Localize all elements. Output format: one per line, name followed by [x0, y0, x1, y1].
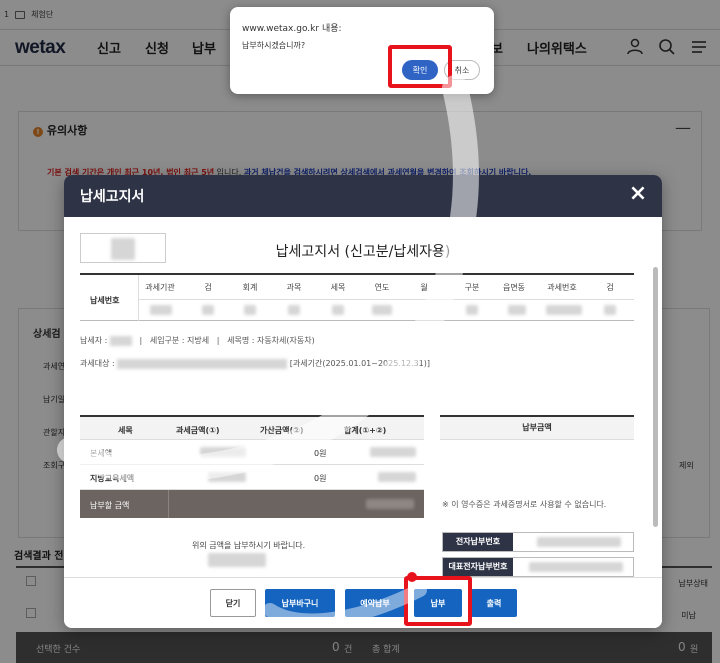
col-tax-number: 과세번호	[547, 283, 577, 292]
amount-col-surcharge: 가산금액(②)	[260, 426, 304, 435]
col-dong: 읍면동	[502, 283, 526, 292]
col-tax-item: 세목	[330, 283, 346, 292]
col-division: 구분	[464, 283, 480, 292]
amount-row-main: 본세액 0원	[80, 440, 424, 465]
rep-e-pay-number-label: 대표전자납부번호	[443, 558, 513, 576]
cart-button[interactable]: 납부바구니	[265, 589, 335, 617]
amount-total-label: 납부할 금액	[90, 501, 130, 510]
tax-item-label: 세목명 : 자동차세(자동차)	[227, 336, 315, 345]
target-label: 과세대상 :	[80, 359, 115, 368]
amount-row-main-surcharge: 0원	[314, 449, 327, 458]
amount-total-row: 납부할 금액	[80, 490, 424, 518]
taxpayer-label: 납세자 :	[80, 336, 108, 345]
close-icon[interactable]: ×	[628, 183, 648, 205]
amount-col-base: 과세금액(①)	[176, 426, 220, 435]
e-pay-number-label: 전자납부번호	[443, 533, 513, 551]
amount-header-row: 세목 과세금액(①) 가산금액(②) 합계(①+②)	[80, 415, 424, 440]
confirm-dialog: www.wetax.go.kr 내용: 납부하시겠습니까? 확인 취소	[230, 7, 494, 94]
col-accounting: 회계	[242, 283, 258, 292]
pay-button-highlight	[404, 576, 472, 626]
period-text: [과세기간(2025.01.01~2025.12.31)]	[289, 359, 431, 368]
amount-col-total: 합계(①+②)	[344, 426, 387, 435]
amount-row-main-name: 본세액	[90, 449, 113, 458]
info-target: 과세대상 : [과세기간(2025.01.01~2025.12.31)]	[80, 358, 430, 369]
ok-button-highlight	[388, 45, 452, 88]
modal-title: 납세고지서	[80, 189, 145, 205]
pay-message: 위의 금액을 납부하시기 바랍니다.	[192, 541, 306, 550]
modal-body: 납세고지서 (신고분/납세자용) 납세번호 과세기관 검 회계 과목 세목 연도…	[64, 217, 662, 577]
pay-amount-header: 납부금액	[440, 415, 634, 440]
tax-number-table: 납세번호 과세기관 검 회계 과목 세목 연도 월 구분 읍면동 과세번호 검	[80, 273, 634, 321]
col-check: 검	[204, 283, 212, 292]
rep-e-pay-number-box: 대표전자납부번호	[442, 557, 634, 577]
col-tax-office: 과세기관	[145, 283, 175, 292]
close-button[interactable]: 닫기	[210, 589, 256, 617]
modal-footer: 닫기 납부바구니 예약납부 납부 출력	[64, 577, 662, 628]
e-pay-number-box: 전자납부번호	[442, 532, 634, 552]
document-title: 납세고지서 (신고분/납세자용)	[275, 244, 451, 260]
amount-table: 세목 과세금액(①) 가산금액(②) 합계(①+②) 본세액 0원 지방교육세액…	[80, 415, 424, 518]
info-taxpayer: 납세자 : | 세입구분 : 지방세 | 세목명 : 자동차세(자동차)	[80, 335, 315, 346]
amount-row-edu-name: 지방교육세액	[90, 474, 135, 483]
alert-message: 납부하시겠습니까?	[242, 41, 306, 50]
amount-row-edu-surcharge: 0원	[314, 474, 327, 483]
amount-col-item: 세목	[118, 426, 133, 435]
tax-number-label: 납세번호	[90, 296, 120, 305]
amount-row-edu: 지방교육세액 0원	[80, 465, 424, 490]
col-check-2: 검	[606, 283, 614, 292]
receipt-note: ※ 이 영수증은 과세증명서로 사용할 수 없습니다.	[442, 500, 607, 509]
print-button[interactable]: 출력	[471, 589, 517, 617]
reserve-pay-button[interactable]: 예약납부	[345, 589, 405, 617]
scrollbar[interactable]	[653, 267, 658, 527]
modal-header: 납세고지서 ×	[64, 175, 662, 217]
col-year: 연도	[374, 283, 390, 292]
tax-type-label: 세입구분 : 지방세	[149, 336, 210, 345]
col-subject: 과목	[286, 283, 302, 292]
tax-notice-modal: 납세고지서 × 납세고지서 (신고분/납세자용) 납세번호 과세기관 검 회계 …	[64, 175, 662, 628]
alert-origin: www.wetax.go.kr 내용:	[242, 24, 342, 34]
col-month: 월	[420, 283, 428, 292]
